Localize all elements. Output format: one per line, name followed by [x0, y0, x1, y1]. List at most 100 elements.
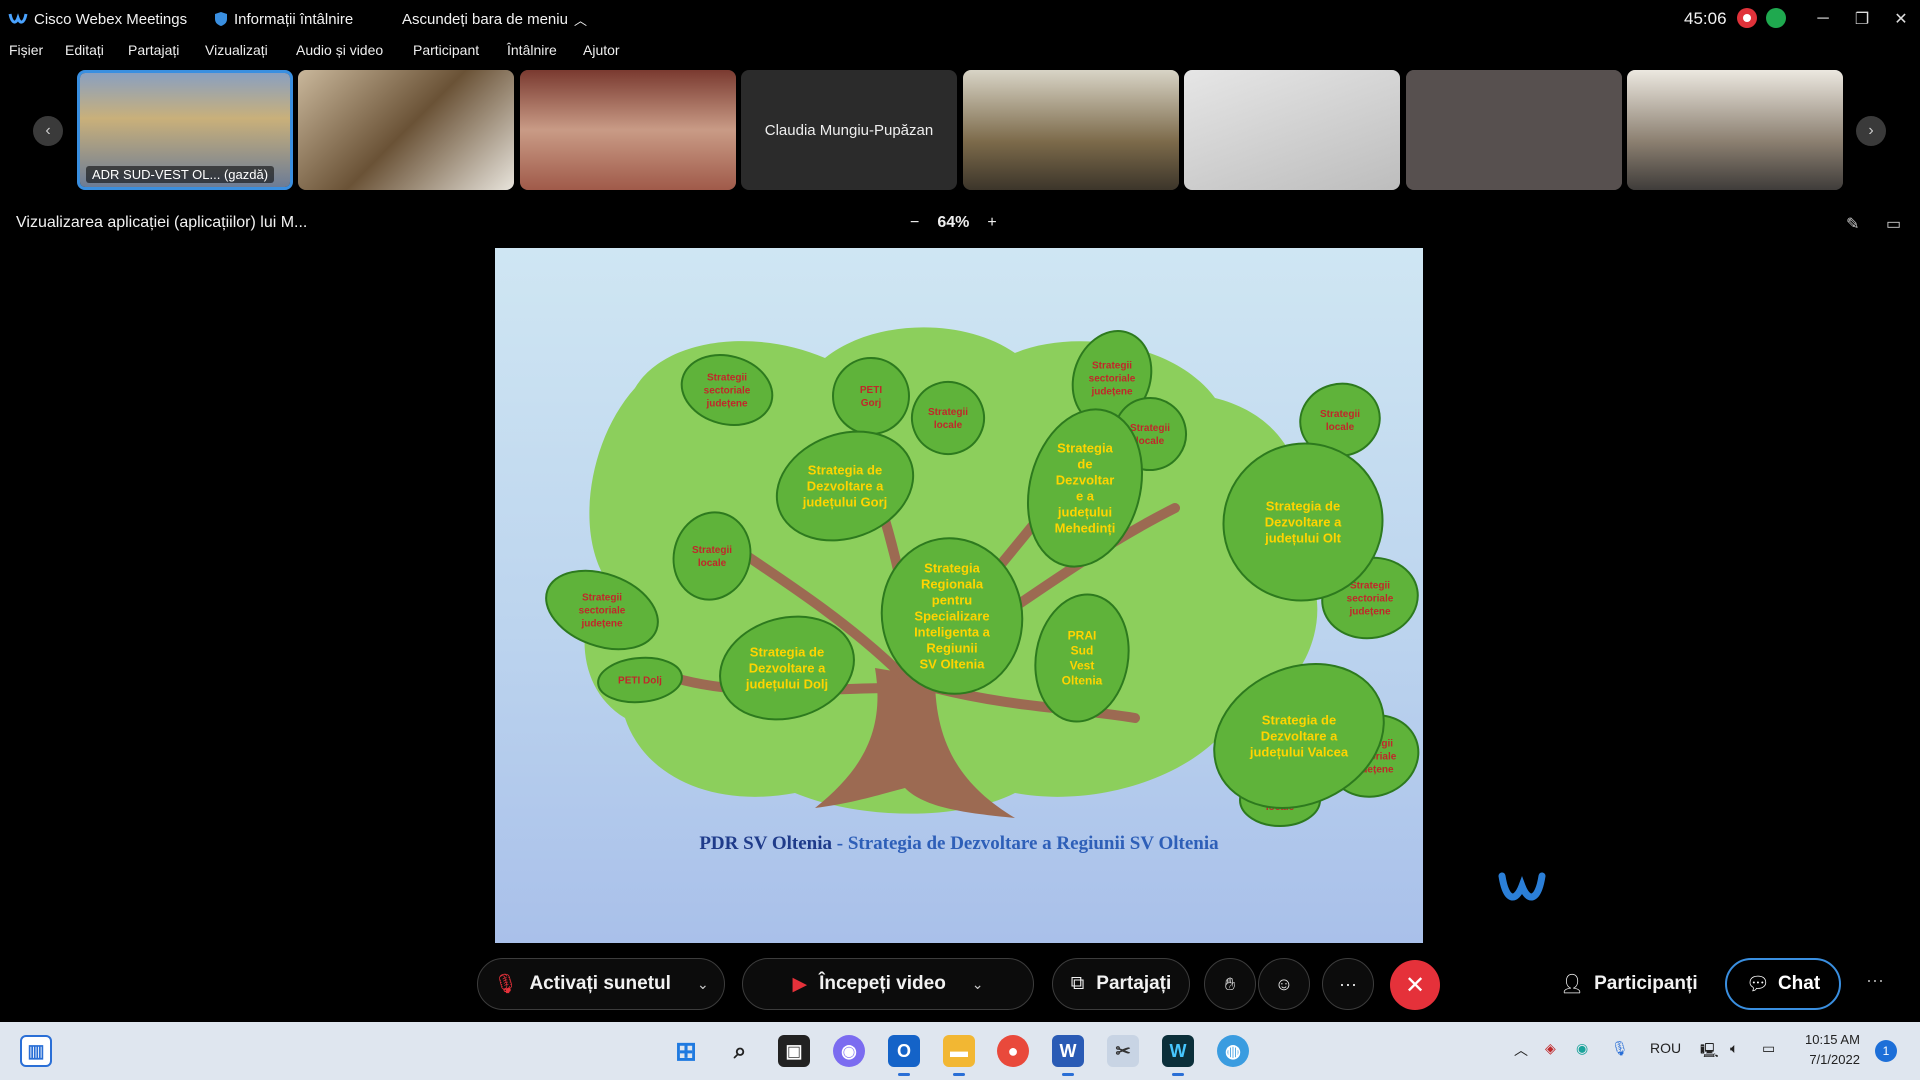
strip-prev-button[interactable]: ‹ — [33, 116, 63, 146]
panel-options-icon[interactable]: ··· — [1866, 970, 1884, 991]
menu-item-file[interactable]: Fișier — [9, 42, 43, 58]
windows-start-icon[interactable]: ⊞ — [670, 1035, 702, 1067]
participant-video[interactable] — [298, 70, 514, 190]
menu-item-view[interactable]: Vizualizați — [205, 42, 268, 58]
more-options-button[interactable]: ··· — [1322, 958, 1374, 1010]
leaf-label-line: Inteligenta a — [914, 625, 991, 640]
participant-video[interactable] — [1406, 70, 1622, 190]
unmute-button[interactable]: 🎙︎ Activați sunetul ⌄ — [477, 958, 725, 1010]
leaf-label-line: județului — [1057, 505, 1112, 520]
recording-icon[interactable] — [1737, 8, 1757, 28]
menu-item-participant[interactable]: Participant — [413, 42, 479, 58]
participant-name: Claudia Mungiu-Pupăzan — [764, 121, 934, 139]
chevron-left-icon: ‹ — [45, 122, 51, 139]
leave-meeting-button[interactable]: ✕ — [1390, 960, 1440, 1010]
participants-button[interactable]: 👤︎ Participanți — [1560, 958, 1698, 1010]
leaf-label: Strategia de Dezvoltare a județului Olt — [1264, 499, 1342, 546]
leaf-label-line: Strategii — [1092, 361, 1132, 372]
outlook-icon[interactable]: O — [888, 1035, 920, 1076]
leaf-label-line: județului Olt — [1264, 531, 1341, 546]
start-video-button[interactable]: ▶︎ Începeți video ⌄ — [742, 958, 1034, 1010]
leaf-label-line: Strategii — [1130, 423, 1170, 434]
tray-battery-icon[interactable]: ▭ — [1762, 1040, 1775, 1057]
hide-menu-label: Ascundeți bara de meniu — [402, 10, 568, 28]
raise-hand-button[interactable]: ✋︎ — [1204, 958, 1256, 1010]
network-globe-icon[interactable]: ◍ — [1217, 1035, 1249, 1067]
meeting-info-button[interactable]: Informații întâlnire — [214, 0, 353, 38]
participant-tile-no-video[interactable]: Claudia Mungiu-Pupăzan — [741, 70, 957, 190]
participants-label: Participanți — [1594, 973, 1698, 994]
video-feed — [1627, 70, 1843, 190]
leaf-label-line: Strategii — [582, 593, 622, 604]
zoom-out-button[interactable]: − — [910, 214, 919, 232]
leaf-label-line: Strategii — [1350, 581, 1390, 592]
widgets-icon[interactable]: ▥ — [20, 1035, 52, 1067]
system-clock[interactable]: 10:15 AM 7/1/2022 — [1805, 1030, 1860, 1070]
zoom-in-button[interactable]: + — [987, 214, 996, 232]
search-icon[interactable]: ⌕ — [724, 1035, 756, 1067]
leaf-label-line: Strategia — [924, 561, 980, 576]
webex-taskbar-icon[interactable]: W — [1162, 1035, 1194, 1076]
leaf-label-line: Strategii — [928, 407, 968, 418]
screen-options-icon[interactable]: ▭ — [1886, 214, 1901, 234]
participant-video[interactable] — [1184, 70, 1400, 190]
leaf-label-line: sectoriale — [1089, 374, 1136, 385]
chevron-down-icon[interactable]: ⌄ — [697, 976, 709, 993]
menu-item-help[interactable]: Ajutor — [583, 42, 620, 58]
leaf-label-line: Specializare — [914, 609, 989, 624]
network-status-icon[interactable] — [1766, 8, 1786, 28]
leaf-label-line: Strategii — [707, 373, 747, 384]
annotate-icon[interactable]: ✎ — [1846, 214, 1859, 234]
menu-item-audio-video[interactable]: Audio și video — [296, 42, 383, 58]
chrome-icon[interactable]: ● — [997, 1035, 1029, 1067]
share-button[interactable]: ⧉ Partajați — [1052, 958, 1190, 1010]
teams-chat-icon[interactable]: ◉ — [833, 1035, 865, 1067]
start-video-label: Începeți video — [819, 973, 946, 994]
video-feed — [963, 70, 1179, 190]
restore-button[interactable]: ❐ — [1842, 0, 1882, 38]
leaf-label-line: locale — [1136, 436, 1165, 447]
notification-badge[interactable]: 1 — [1875, 1040, 1897, 1062]
snipping-tool-icon[interactable]: ✂ — [1107, 1035, 1139, 1067]
zoom-level: 64% — [937, 214, 970, 231]
language-indicator[interactable]: ROU — [1650, 1040, 1681, 1056]
strip-next-button[interactable]: › — [1856, 116, 1886, 146]
minimize-button[interactable]: ─ — [1803, 0, 1843, 38]
word-icon[interactable]: W — [1052, 1035, 1084, 1076]
participant-video-host[interactable]: ADR SUD-VEST OL... (gazdă) — [77, 70, 293, 190]
leaf-label-line: Strategia de — [808, 463, 882, 478]
tray-mic-icon[interactable]: 🎙︎ — [1611, 1040, 1629, 1057]
leaf-label: Strategii sectoriale județene — [1347, 581, 1394, 618]
shared-slide: Strategii sectoriale județene PETI Gorj Strat… — [495, 248, 1423, 943]
hide-menu-bar-button[interactable]: Ascundeți bara de meniu ︿ — [402, 0, 587, 38]
leaf-label: Strategia de Dezvoltare a județului Gorj — [802, 463, 888, 510]
participant-video[interactable] — [520, 70, 736, 190]
chevron-down-icon[interactable]: ⌄ — [972, 976, 984, 993]
leaf-label: PETI Dolj — [618, 676, 662, 687]
leaf-label-line: Strategia de — [1262, 713, 1336, 728]
close-window-button[interactable]: ✕ — [1881, 0, 1920, 38]
tray-app-icon[interactable]: ◉ — [1576, 1040, 1588, 1057]
tray-volume-icon[interactable]: 🔈︎ — [1730, 1040, 1738, 1057]
person-icon: 👤︎ — [1560, 974, 1585, 995]
reactions-button[interactable]: ☺ — [1258, 958, 1310, 1010]
zoom-control: − 64% + — [910, 214, 997, 232]
participant-video[interactable] — [1627, 70, 1843, 190]
tray-network-icon[interactable]: 🖳 — [1700, 1040, 1719, 1064]
leaf-label-line: PRAI — [1068, 629, 1097, 643]
leaf-label: Strategii sectoriale județene — [1089, 361, 1136, 398]
participant-video[interactable] — [963, 70, 1179, 190]
caption-part2: Strategia de Dezvoltare a Regiunii SV Ol… — [848, 833, 1219, 854]
chat-button[interactable]: 💬︎ Chat — [1725, 958, 1841, 1010]
menu-item-share[interactable]: Partajați — [128, 42, 179, 58]
file-explorer-icon[interactable]: ▬ — [943, 1035, 975, 1076]
menu-item-meeting[interactable]: Întâlnire — [507, 42, 557, 58]
leaf-label-line: județului Valcea — [1249, 745, 1349, 760]
menu-item-edit[interactable]: Editați — [65, 42, 104, 58]
leaf-label-line: sectoriale — [1347, 594, 1394, 605]
task-view-icon[interactable]: ▣ — [778, 1035, 810, 1067]
tray-antivirus-icon[interactable]: ◈ — [1545, 1040, 1556, 1057]
tray-chevron-up-icon[interactable]: ︿ — [1514, 1040, 1528, 1060]
leaf-label-line: SV Oltenia — [919, 657, 985, 672]
meeting-info-label: Informații întâlnire — [234, 10, 354, 28]
